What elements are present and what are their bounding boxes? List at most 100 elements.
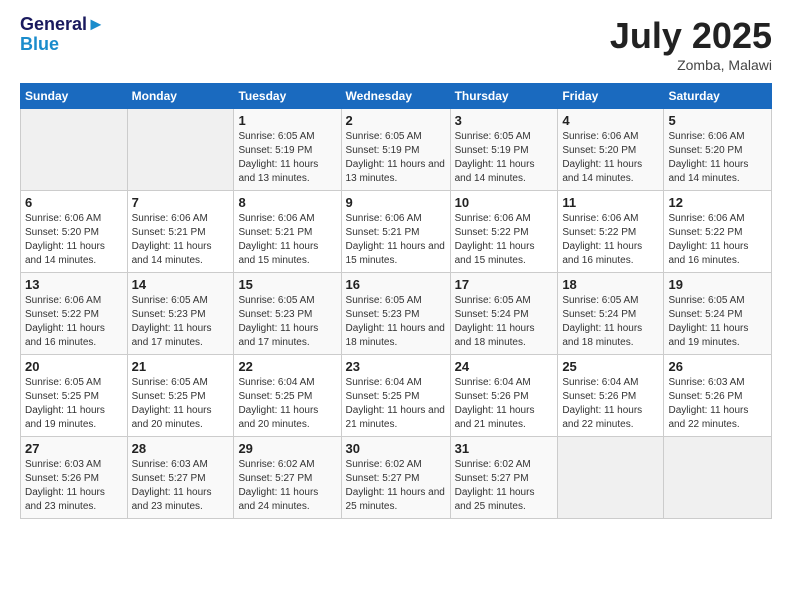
calendar-cell: 31 Sunrise: 6:02 AMSunset: 5:27 PMDayligh… bbox=[450, 437, 558, 519]
calendar-cell: 30 Sunrise: 6:02 AMSunset: 5:27 PMDayligh… bbox=[341, 437, 450, 519]
header-cell-sunday: Sunday bbox=[21, 84, 128, 109]
day-detail: Sunrise: 6:05 AMSunset: 5:25 PMDaylight:… bbox=[132, 376, 230, 432]
day-detail: Sunrise: 6:05 AMSunset: 5:19 PMDaylight:… bbox=[346, 130, 446, 186]
day-detail: Sunrise: 6:05 AMSunset: 5:19 PMDaylight:… bbox=[455, 130, 554, 186]
day-number: 21 bbox=[132, 359, 230, 374]
day-number: 14 bbox=[132, 277, 230, 292]
day-detail: Sunrise: 6:02 AMSunset: 5:27 PMDaylight:… bbox=[238, 458, 336, 514]
day-detail: Sunrise: 6:05 AMSunset: 5:23 PMDaylight:… bbox=[346, 294, 446, 350]
calendar-cell: 3 Sunrise: 6:05 AMSunset: 5:19 PMDaylight… bbox=[450, 109, 558, 191]
calendar-cell: 18Sunrise: 6:05 AMSunset: 5:24 PMDayligh… bbox=[558, 273, 664, 355]
month-title: July 2025 bbox=[610, 15, 772, 57]
day-number: 11 bbox=[562, 195, 659, 210]
day-number: 22 bbox=[238, 359, 336, 374]
header-cell-saturday: Saturday bbox=[664, 84, 772, 109]
day-detail: Sunrise: 6:04 AMSunset: 5:25 PMDaylight:… bbox=[346, 376, 446, 432]
day-number: 30 bbox=[346, 441, 446, 456]
day-number: 23 bbox=[346, 359, 446, 374]
day-number: 5 bbox=[668, 113, 767, 128]
calendar-cell: 21 Sunrise: 6:05 AMSunset: 5:25 PMDayligh… bbox=[127, 355, 234, 437]
calendar-cell: 9 Sunrise: 6:06 AMSunset: 5:21 PMDaylight… bbox=[341, 191, 450, 273]
day-number: 6 bbox=[25, 195, 123, 210]
day-detail: Sunrise: 6:06 AMSunset: 5:21 PMDaylight:… bbox=[132, 212, 230, 268]
week-row-1: 1 Sunrise: 6:05 AMSunset: 5:19 PMDaylight… bbox=[21, 109, 772, 191]
week-row-3: 13 Sunrise: 6:06 AMSunset: 5:22 PMDayligh… bbox=[21, 273, 772, 355]
calendar-cell: 8Sunrise: 6:06 AMSunset: 5:21 PMDaylight… bbox=[234, 191, 341, 273]
day-number: 26 bbox=[668, 359, 767, 374]
calendar-cell: 2 Sunrise: 6:05 AMSunset: 5:19 PMDaylight… bbox=[341, 109, 450, 191]
logo-text: General► Blue bbox=[20, 15, 105, 55]
header-cell-thursday: Thursday bbox=[450, 84, 558, 109]
calendar-cell: 16 Sunrise: 6:05 AMSunset: 5:23 PMDayligh… bbox=[341, 273, 450, 355]
week-row-4: 20 Sunrise: 6:05 AMSunset: 5:25 PMDayligh… bbox=[21, 355, 772, 437]
day-detail: Sunrise: 6:02 AMSunset: 5:27 PMDaylight:… bbox=[346, 458, 446, 514]
day-number: 17 bbox=[455, 277, 554, 292]
page: General► Blue July 2025 Zomba, Malawi Su… bbox=[0, 0, 792, 612]
day-detail: Sunrise: 6:03 AMSunset: 5:26 PMDaylight:… bbox=[668, 376, 767, 432]
calendar-cell: 15 Sunrise: 6:05 AMSunset: 5:23 PMDayligh… bbox=[234, 273, 341, 355]
week-row-2: 6Sunrise: 6:06 AMSunset: 5:20 PMDaylight… bbox=[21, 191, 772, 273]
day-number: 27 bbox=[25, 441, 123, 456]
header-cell-wednesday: Wednesday bbox=[341, 84, 450, 109]
calendar-cell: 13 Sunrise: 6:06 AMSunset: 5:22 PMDayligh… bbox=[21, 273, 128, 355]
day-number: 31 bbox=[455, 441, 554, 456]
calendar-cell: 10Sunrise: 6:06 AMSunset: 5:22 PMDayligh… bbox=[450, 191, 558, 273]
calendar-cell: 29Sunrise: 6:02 AMSunset: 5:27 PMDayligh… bbox=[234, 437, 341, 519]
calendar-cell: 1 Sunrise: 6:05 AMSunset: 5:19 PMDaylight… bbox=[234, 109, 341, 191]
day-detail: Sunrise: 6:06 AMSunset: 5:22 PMDaylight:… bbox=[668, 212, 767, 268]
day-detail: Sunrise: 6:06 AMSunset: 5:21 PMDaylight:… bbox=[238, 212, 336, 268]
calendar-cell: 22 Sunrise: 6:04 AMSunset: 5:25 PMDayligh… bbox=[234, 355, 341, 437]
day-number: 13 bbox=[25, 277, 123, 292]
day-number: 20 bbox=[25, 359, 123, 374]
day-number: 25 bbox=[562, 359, 659, 374]
day-detail: Sunrise: 6:06 AMSunset: 5:22 PMDaylight:… bbox=[25, 294, 123, 350]
day-detail: Sunrise: 6:05 AMSunset: 5:25 PMDaylight:… bbox=[25, 376, 123, 432]
day-detail: Sunrise: 6:06 AMSunset: 5:20 PMDaylight:… bbox=[562, 130, 659, 186]
day-detail: Sunrise: 6:06 AMSunset: 5:22 PMDaylight:… bbox=[562, 212, 659, 268]
day-number: 4 bbox=[562, 113, 659, 128]
calendar-header-row: SundayMondayTuesdayWednesdayThursdayFrid… bbox=[21, 84, 772, 109]
calendar-cell: 7 Sunrise: 6:06 AMSunset: 5:21 PMDaylight… bbox=[127, 191, 234, 273]
calendar-cell: 28 Sunrise: 6:03 AMSunset: 5:27 PMDayligh… bbox=[127, 437, 234, 519]
logo: General► Blue bbox=[20, 15, 105, 55]
title-block: July 2025 Zomba, Malawi bbox=[610, 15, 772, 73]
logo-blue: ► bbox=[87, 14, 105, 34]
calendar-cell: 5 Sunrise: 6:06 AMSunset: 5:20 PMDaylight… bbox=[664, 109, 772, 191]
calendar-cell: 19Sunrise: 6:05 AMSunset: 5:24 PMDayligh… bbox=[664, 273, 772, 355]
day-number: 24 bbox=[455, 359, 554, 374]
day-number: 9 bbox=[346, 195, 446, 210]
calendar-cell: 26 Sunrise: 6:03 AMSunset: 5:26 PMDayligh… bbox=[664, 355, 772, 437]
calendar-cell: 17Sunrise: 6:05 AMSunset: 5:24 PMDayligh… bbox=[450, 273, 558, 355]
day-detail: Sunrise: 6:06 AMSunset: 5:20 PMDaylight:… bbox=[668, 130, 767, 186]
calendar-body: 1 Sunrise: 6:05 AMSunset: 5:19 PMDaylight… bbox=[21, 109, 772, 519]
logo-blue-text: Blue bbox=[20, 34, 59, 54]
day-detail: Sunrise: 6:03 AMSunset: 5:27 PMDaylight:… bbox=[132, 458, 230, 514]
day-number: 15 bbox=[238, 277, 336, 292]
day-number: 2 bbox=[346, 113, 446, 128]
day-detail: Sunrise: 6:06 AMSunset: 5:21 PMDaylight:… bbox=[346, 212, 446, 268]
header: General► Blue July 2025 Zomba, Malawi bbox=[20, 15, 772, 73]
day-detail: Sunrise: 6:02 AMSunset: 5:27 PMDaylight:… bbox=[455, 458, 554, 514]
calendar-cell: 27 Sunrise: 6:03 AMSunset: 5:26 PMDayligh… bbox=[21, 437, 128, 519]
day-detail: Sunrise: 6:03 AMSunset: 5:26 PMDaylight:… bbox=[25, 458, 123, 514]
week-row-5: 27 Sunrise: 6:03 AMSunset: 5:26 PMDayligh… bbox=[21, 437, 772, 519]
day-number: 28 bbox=[132, 441, 230, 456]
day-detail: Sunrise: 6:05 AMSunset: 5:23 PMDaylight:… bbox=[238, 294, 336, 350]
header-cell-tuesday: Tuesday bbox=[234, 84, 341, 109]
header-cell-friday: Friday bbox=[558, 84, 664, 109]
day-number: 7 bbox=[132, 195, 230, 210]
day-number: 16 bbox=[346, 277, 446, 292]
day-detail: Sunrise: 6:05 AMSunset: 5:19 PMDaylight:… bbox=[238, 130, 336, 186]
calendar-cell: 23 Sunrise: 6:04 AMSunset: 5:25 PMDayligh… bbox=[341, 355, 450, 437]
day-number: 10 bbox=[455, 195, 554, 210]
location-subtitle: Zomba, Malawi bbox=[610, 57, 772, 73]
day-number: 19 bbox=[668, 277, 767, 292]
calendar-cell: 20 Sunrise: 6:05 AMSunset: 5:25 PMDayligh… bbox=[21, 355, 128, 437]
calendar-table: SundayMondayTuesdayWednesdayThursdayFrid… bbox=[20, 83, 772, 519]
day-detail: Sunrise: 6:04 AMSunset: 5:25 PMDaylight:… bbox=[238, 376, 336, 432]
calendar-cell: 25Sunrise: 6:04 AMSunset: 5:26 PMDayligh… bbox=[558, 355, 664, 437]
day-number: 3 bbox=[455, 113, 554, 128]
day-number: 18 bbox=[562, 277, 659, 292]
day-number: 1 bbox=[238, 113, 336, 128]
calendar-cell: 14Sunrise: 6:05 AMSunset: 5:23 PMDayligh… bbox=[127, 273, 234, 355]
